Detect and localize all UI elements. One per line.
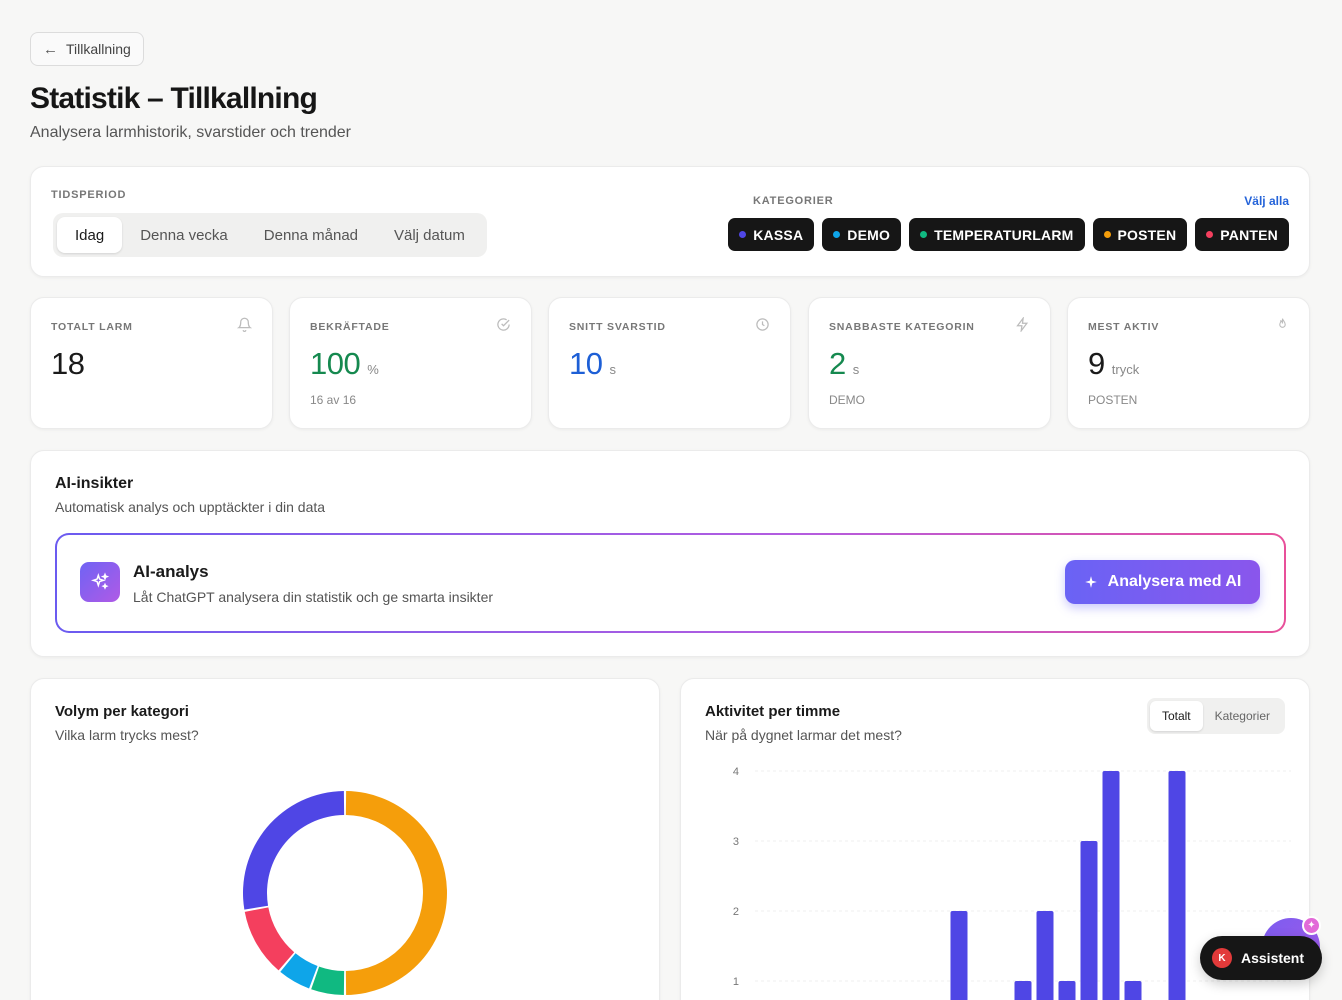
period-option-custom[interactable]: Välj datum — [376, 217, 483, 253]
lightning-icon — [1016, 317, 1029, 332]
category-chip-demo[interactable]: DEMO — [822, 218, 902, 251]
ai-analysis-title: AI-analys — [133, 562, 209, 581]
stat-sub: 16 av 16 — [310, 393, 357, 407]
stat-card-most-active: MEST AKTIV 9 tryck POSTEN — [1067, 297, 1310, 429]
stat-value-row: 9 tryck — [1088, 346, 1139, 382]
stat-label: SNITT SVARSTID — [569, 321, 666, 333]
back-label: Tillkallning — [66, 41, 131, 57]
ai-insights-title: AI-insikter — [55, 475, 134, 492]
ai-insights-subtitle: Automatisk analys och upptäckter i din d… — [55, 499, 326, 515]
category-dot — [739, 231, 747, 238]
bar-hour-16[interactable] — [1102, 771, 1120, 1000]
stat-value-row: 10 s — [569, 346, 616, 382]
ai-analysis-box: AI-analys Låt ChatGPT analysera din stat… — [55, 533, 1286, 633]
y-tick-label: 2 — [733, 906, 739, 918]
stat-sub: DEMO — [829, 393, 865, 407]
arrow-left-icon: ← — [43, 40, 58, 58]
y-tick-label: 4 — [733, 766, 739, 778]
stat-unit: tryck — [1111, 362, 1140, 377]
filter-card: TIDSPERIOD Idag Denna vecka Denna månad … — [30, 166, 1310, 277]
category-chip-label: POSTEN — [1117, 226, 1177, 243]
stat-unit: s — [852, 362, 860, 377]
stat-value-row: 18 — [51, 346, 85, 382]
sparkle-badge-icon: ✦ — [1302, 916, 1321, 935]
category-chips: KASSA DEMO TEMPERATURLARM POSTEN PANTEN — [728, 218, 1289, 251]
stat-value: 100 — [310, 346, 361, 381]
assistant-button[interactable]: K Assistent — [1200, 936, 1322, 980]
bell-icon — [237, 317, 252, 332]
stat-value-row: 100 % — [310, 346, 379, 382]
y-tick-label: 1 — [733, 976, 739, 988]
analyze-button-label: Analysera med AI — [1107, 573, 1242, 590]
stat-label: TOTALT LARM — [51, 321, 133, 333]
stat-card-confirmed: BEKRÄFTADE 100 % 16 av 16 — [289, 297, 532, 429]
category-dot — [920, 231, 928, 238]
stat-card-avg-response: SNITT SVARSTID 10 s — [548, 297, 791, 429]
donut-slice-posten[interactable] — [345, 791, 448, 995]
donut-slice-temperaturlarm[interactable] — [311, 966, 345, 995]
category-chip-label: DEMO — [847, 226, 891, 243]
stat-value: 18 — [51, 346, 85, 381]
flame-icon — [1279, 318, 1286, 328]
stat-unit: % — [367, 362, 379, 377]
page-title: Statistik – Tillkallning — [30, 82, 318, 115]
y-tick-label: 3 — [733, 836, 739, 848]
assistant-avatar: K — [1212, 948, 1232, 968]
category-dot — [1206, 231, 1214, 238]
stat-value: 2 — [829, 346, 846, 381]
category-chip-kassa[interactable]: KASSA — [728, 218, 815, 251]
category-chip-label: TEMPERATURLARM — [934, 226, 1074, 243]
stat-value-row: 2 s — [829, 346, 859, 382]
period-selector: Idag Denna vecka Denna månad Välj datum — [53, 213, 487, 257]
select-all-link[interactable]: Välj alla — [1244, 194, 1289, 208]
stat-unit: s — [609, 362, 616, 377]
stat-label: BEKRÄFTADE — [310, 321, 390, 333]
donut-slice-panten[interactable] — [244, 907, 295, 971]
stat-value: 10 — [569, 346, 603, 381]
bar-hour-15[interactable] — [1080, 841, 1098, 1000]
category-dot — [1103, 231, 1111, 238]
stat-card-total-alarms: TOTALT LARM 18 — [30, 297, 273, 429]
bar-hour-12[interactable] — [1014, 981, 1032, 1000]
category-chip-label: PANTEN — [1220, 226, 1278, 243]
bar-hour-9[interactable] — [950, 911, 968, 1000]
stat-label: SNABBASTE KATEGORIN — [829, 321, 975, 333]
category-dot — [833, 231, 841, 238]
analyze-with-ai-button[interactable]: Analysera med AI — [1065, 560, 1260, 604]
sparkle-icon — [1084, 576, 1097, 588]
stat-card-fastest-category: SNABBASTE KATEGORIN 2 s DEMO — [808, 297, 1051, 429]
category-chip-posten[interactable]: POSTEN — [1092, 218, 1188, 251]
bar-hour-19[interactable] — [1168, 771, 1186, 1000]
stat-value: 9 — [1088, 346, 1105, 381]
stat-sub: POSTEN — [1088, 393, 1138, 407]
period-label: TIDSPERIOD — [51, 189, 127, 201]
assistant-label: Assistent — [1241, 950, 1305, 966]
categories-label: KATEGORIER — [753, 195, 834, 207]
clock-icon — [756, 318, 769, 331]
ai-analysis-subtitle: Låt ChatGPT analysera din statistik och … — [133, 589, 494, 605]
donut-slice-kassa[interactable] — [243, 791, 345, 910]
period-option-week[interactable]: Denna vecka — [122, 217, 246, 253]
volume-chart-card: Volym per kategori Vilka larm trycks mes… — [30, 678, 660, 1000]
period-option-today[interactable]: Idag — [57, 217, 123, 253]
stat-label: MEST AKTIV — [1088, 321, 1160, 333]
bar-hour-13[interactable] — [1036, 911, 1054, 1000]
bar-hour-17[interactable] — [1124, 981, 1142, 1000]
bar-hour-14[interactable] — [1058, 981, 1076, 1000]
ai-insights-card: AI-insikter Automatisk analys och upptäc… — [30, 450, 1310, 657]
sparkles-icon — [80, 562, 120, 602]
donut-chart — [243, 791, 448, 995]
category-chip-panten[interactable]: PANTEN — [1195, 218, 1289, 251]
category-chip-temperaturlarm[interactable]: TEMPERATURLARM — [909, 218, 1085, 251]
page-subtitle: Analysera larmhistorik, svarstider och t… — [30, 124, 352, 141]
category-chip-label: KASSA — [753, 226, 804, 243]
check-circle-icon — [497, 318, 510, 331]
period-option-month[interactable]: Denna månad — [246, 217, 376, 253]
back-button[interactable]: ← Tillkallning — [30, 32, 144, 66]
